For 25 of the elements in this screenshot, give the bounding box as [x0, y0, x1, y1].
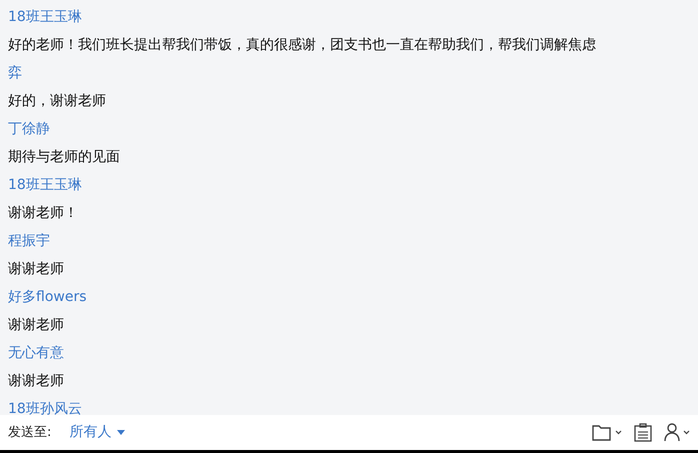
message-text: 谢谢老师 — [8, 317, 64, 333]
message-text: 期待与老师的见面 — [8, 149, 120, 165]
message-text: 谢谢老师！ — [8, 205, 78, 221]
message-text: 好的，谢谢老师 — [8, 93, 106, 109]
chevron-icon — [615, 430, 622, 435]
folder-icon — [592, 424, 612, 441]
recipient-dropdown[interactable]: 所有人 — [69, 422, 126, 443]
sender-name: 好多flowers — [8, 289, 86, 305]
message-text: 谢谢老师 — [8, 261, 64, 277]
chevron-icon — [683, 430, 690, 435]
sender-name: 弈 — [8, 65, 22, 81]
sender-name: 18班孙风云 — [8, 401, 82, 415]
caret-icon — [117, 430, 126, 435]
message-text: 谢谢老师 — [8, 373, 64, 389]
sender-name: 无心有意 — [8, 345, 64, 361]
notice-board-icon[interactable] — [634, 423, 652, 442]
send-to-label: 发送至: — [8, 424, 52, 442]
member-button[interactable] — [664, 423, 690, 442]
sender-name: 丁徐静 — [8, 121, 50, 137]
sender-name: 程振宇 — [8, 233, 50, 249]
sender-name: 18班王玉琳 — [8, 177, 82, 193]
folder-button[interactable] — [592, 424, 622, 441]
sender-name: 18班王玉琳 — [8, 9, 82, 25]
person-icon — [664, 423, 680, 442]
message-text: 好的老师！我们班长提出帮我们带饭，真的很感谢，团支书也一直在帮助我们，帮我们调解焦虑 — [8, 37, 596, 53]
